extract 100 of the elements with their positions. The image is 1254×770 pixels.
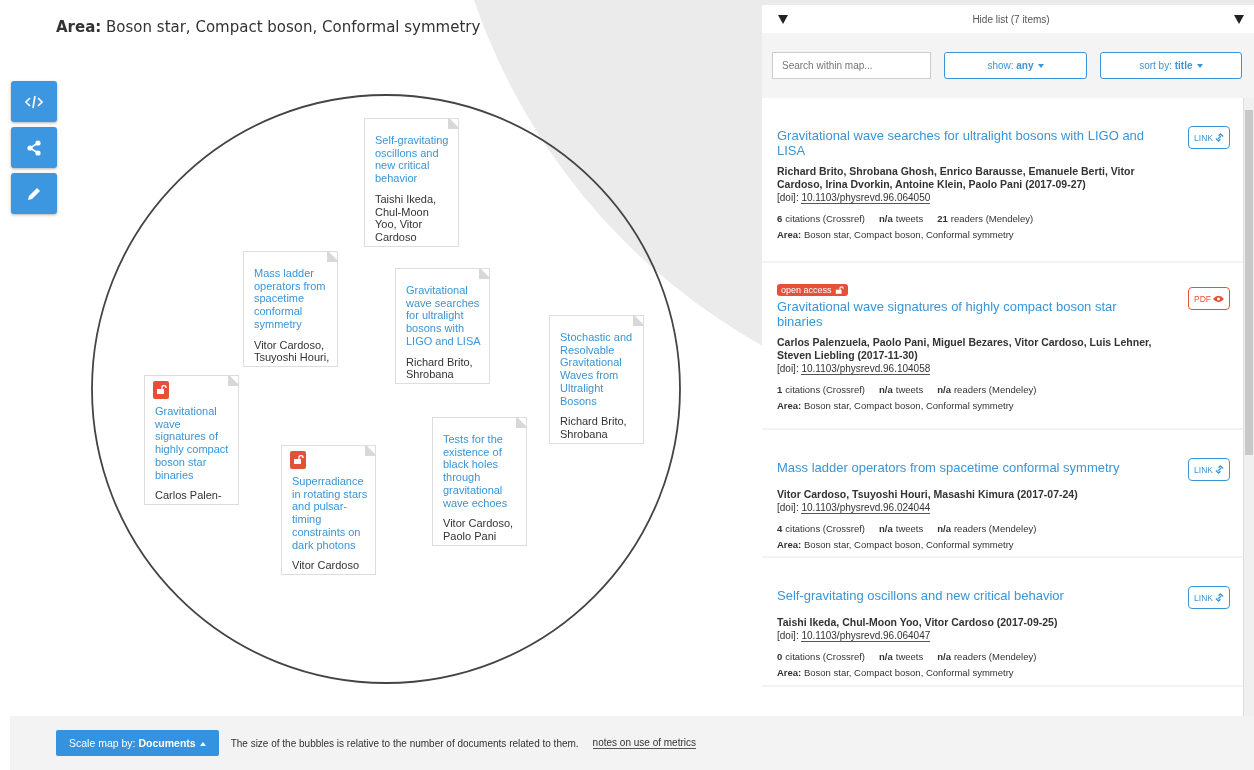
paper-authors: Richard Brito, Shrobana (560, 415, 628, 441)
scale-note: The size of the bubbles is relative to the number of documents related to them. (230, 737, 579, 749)
metric-unit: citations (Crossref) (785, 384, 865, 395)
link-icon (1215, 465, 1224, 474)
metric-unit: tweets (895, 384, 924, 395)
metric-unit: citations (Crossref) (785, 651, 865, 662)
metric-count: n/a (879, 384, 893, 395)
paper-card[interactable]: Superradiance in rotating stars and pulsar-timing constraints on dark photons Vitor Cardoso (281, 445, 376, 575)
folded-corner-icon (448, 118, 459, 129)
doi-label: [doi]: (777, 502, 799, 513)
search-field[interactable]: Search within map... (772, 52, 932, 79)
paper-authors: Carlos Palen- (155, 489, 223, 502)
eye-icon (1213, 294, 1224, 303)
metric-unit: readers (Mendeley) (953, 523, 1037, 534)
code-icon (25, 94, 43, 109)
metric-unit: tweets (895, 523, 924, 534)
paper-title[interactable]: Mass ladder operators from spacetime conformal symmetry (254, 267, 332, 331)
paper-title[interactable]: Tests for the existence of black holes through gravitational wave echoes (443, 433, 521, 510)
link-button[interactable]: LINK (1188, 586, 1230, 609)
open-access-icon (290, 451, 306, 469)
folded-corner-icon (479, 268, 490, 279)
metrics-notes-link[interactable]: notes on use of metrics (592, 737, 696, 749)
scrollbar[interactable] (1243, 98, 1254, 716)
paper-authors: Richard Brito, Shrobana Ghosh, Enrico Barausse, Emanuele Berti, Vitor Cardoso, Irina Dvorkin, Antoine Klein, Paolo Pani (2017-09-27) (777, 165, 1136, 191)
paper-authors: Vitor Cardoso, Tsuyoshi Houri, Masashi Kimura (2017-07-24) (777, 488, 1079, 501)
show-filter-button[interactable]: show: any (944, 52, 1087, 79)
hide-list-toggle[interactable]: Hide list (7 items) (762, 5, 1254, 33)
open-access-icon (153, 381, 169, 399)
paper-card[interactable]: Gravitational wave signatures of highly compact boson star binaries Carlos Palen- (144, 375, 239, 505)
paper-area: Area: Boson star, Compact boson, Conformal symmetry (777, 400, 1230, 411)
metric-count: 1 (777, 384, 783, 395)
paper-authors: Taishi Ikeda, Chul-Moon Yoo, Vitor Cardoso (375, 192, 438, 244)
link-icon (1215, 593, 1224, 602)
paper-title[interactable]: Mass ladder operators from spacetime conformal symmetry (777, 460, 1149, 475)
doi-link[interactable]: 10.1103/physrevd.96.024044 (801, 502, 931, 514)
doi-label: [doi]: (777, 192, 799, 203)
metric-count: n/a (937, 384, 951, 395)
sort-button[interactable]: sort by: title (1099, 52, 1242, 79)
metric-unit: citations (Crossref) (785, 523, 865, 534)
paper-title[interactable]: Gravitational wave signatures of highly compact boson star binaries (155, 405, 233, 482)
metric-unit: citations (Crossref) (785, 213, 865, 224)
paper-area: Area: Boson star, Compact boson, Conformal symmetry (777, 539, 1230, 550)
metric-unit: readers (Mendeley) (953, 651, 1037, 662)
paper-area: Area: Boson star, Compact boson, Conformal symmetry (777, 667, 1230, 678)
paper-card[interactable]: Stochastic and Resolvable Gravitational Waves from Ultralight Bosons Richard Brito, Shrobana (549, 315, 644, 444)
paper-card[interactable]: Tests for the existence of black holes through gravitational wave echoes Vitor Cardoso, Paolo Pani (432, 417, 527, 546)
paper-card[interactable]: Self-gravitating oscillons and new critical behavior Taishi Ikeda, Chul-Moon Yoo, Vitor Cardoso (364, 118, 459, 247)
paper-title[interactable]: Stochastic and Resolvable Gravitational Waves from Ultralight Bosons (560, 331, 638, 408)
folded-corner-icon (327, 251, 338, 262)
paper-title[interactable]: Gravitational wave searches for ultralight bosons with LIGO and LISA (406, 284, 484, 348)
caret-icon (778, 14, 788, 24)
paper-authors: Vitor Cardoso (292, 559, 361, 572)
paper-title[interactable]: Superradiance in rotating stars and pulsar-timing constraints on dark photons (292, 475, 370, 552)
metric-count: 4 (777, 523, 783, 534)
metric-count: n/a (937, 651, 951, 662)
paper-title[interactable]: Gravitational wave signatures of highly compact boson star binaries (777, 299, 1148, 329)
open-access-badge: open access (777, 284, 848, 296)
paper-authors: Vitor Cardoso, Paolo Pani (443, 517, 515, 543)
metric-count: 21 (937, 213, 948, 224)
doi-link[interactable]: 10.1103/physrevd.96.064050 (801, 192, 931, 204)
link-button[interactable]: LINK (1188, 126, 1230, 149)
paper-authors: Carlos Palenzuela, Paolo Pani, Miguel Bezares, Vitor Cardoso, Luis Lehner, Steven Liebling (2017-11-30) (777, 336, 1153, 362)
doi-link[interactable]: 10.1103/physrevd.96.064047 (801, 630, 931, 642)
share-button[interactable] (11, 127, 57, 168)
paper-authors: Richard Brito, Shrobana (406, 355, 474, 381)
caret-icon (1234, 14, 1244, 24)
pdf-button[interactable]: PDF (1188, 287, 1230, 310)
link-icon (1215, 133, 1224, 142)
share-icon (26, 139, 42, 156)
area-title: Area: Boson star, Compact boson, Conformal symmetry (55, 17, 482, 36)
metric-unit: readers (Mendeley) (953, 384, 1037, 395)
embed-button[interactable] (11, 81, 57, 122)
metric-unit: tweets (895, 213, 924, 224)
paper-title[interactable]: Self-gravitating oscillons and new critical behavior (375, 134, 453, 185)
metric-count: n/a (879, 523, 893, 534)
metric-unit: tweets (895, 651, 924, 662)
paper-authors: Vitor Cardoso, Tsuyoshi Houri, (254, 338, 331, 364)
folded-corner-icon (365, 445, 376, 456)
doi-label: [doi]: (777, 363, 799, 374)
metric-count: 0 (777, 651, 783, 662)
folded-corner-icon (228, 375, 239, 386)
doi-label: [doi]: (777, 630, 799, 641)
metric-count: 6 (777, 213, 783, 224)
paper-title[interactable]: Gravitational wave searches for ultralight bosons with LIGO and LISA (777, 128, 1149, 158)
scale-map-button[interactable]: Scale map by: Documents (56, 730, 219, 756)
folded-corner-icon (633, 315, 644, 326)
metric-count: n/a (937, 523, 951, 534)
pencil-icon (26, 185, 42, 202)
paper-authors: Taishi Ikeda, Chul-Moon Yoo, Vitor Cardoso (2017-09-25) (777, 616, 1059, 629)
metric-unit: readers (Mendeley) (950, 213, 1034, 224)
paper-card[interactable]: Gravitational wave searches for ultralight bosons with LIGO and LISA Richard Brito, Shrobana (395, 268, 490, 384)
paper-title[interactable]: Self-gravitating oscillons and new critical behavior (777, 588, 1149, 603)
paper-area: Area: Boson star, Compact boson, Conformal symmetry (777, 229, 1230, 240)
paper-card[interactable]: Mass ladder operators from spacetime conformal symmetry Vitor Cardoso, Tsuyoshi Houri, (243, 251, 338, 367)
link-button[interactable]: LINK (1188, 458, 1230, 481)
metric-count: n/a (879, 651, 893, 662)
metric-count: n/a (879, 213, 893, 224)
doi-link[interactable]: 10.1103/physrevd.96.104058 (801, 363, 931, 375)
folded-corner-icon (516, 417, 527, 428)
edit-button[interactable] (11, 173, 57, 214)
